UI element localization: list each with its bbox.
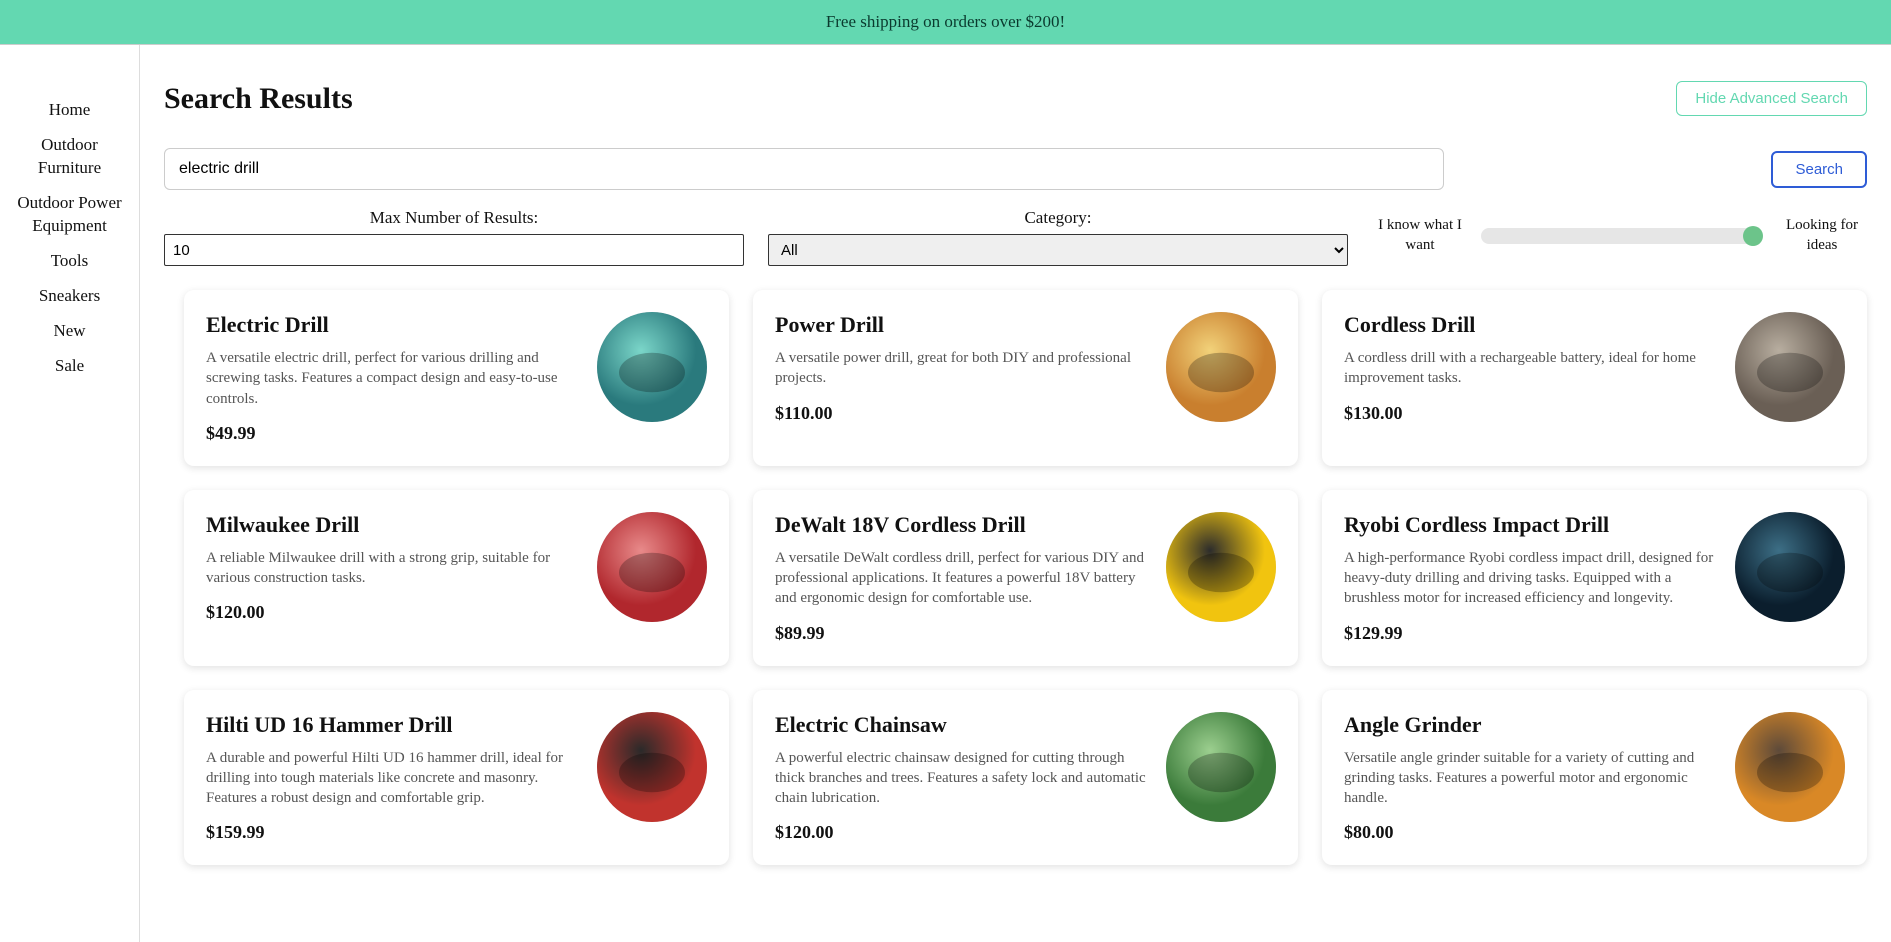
sidebar-item[interactable]: Outdoor Furniture: [0, 128, 139, 186]
product-title: DeWalt 18V Cordless Drill: [775, 512, 1150, 538]
product-description: A cordless drill with a rechargeable bat…: [1344, 348, 1719, 389]
product-description: A versatile electric drill, perfect for …: [206, 348, 581, 409]
product-card[interactable]: Electric Chainsaw A powerful electric cha…: [753, 690, 1298, 866]
product-description: A powerful electric chainsaw designed fo…: [775, 748, 1150, 809]
product-image: [1735, 512, 1845, 622]
product-price: $129.99: [1344, 623, 1719, 644]
toggle-advanced-button[interactable]: Hide Advanced Search: [1676, 81, 1867, 116]
product-price: $110.00: [775, 403, 1150, 424]
product-title: Electric Drill: [206, 312, 581, 338]
product-image: [1166, 312, 1276, 422]
product-card[interactable]: Hilti UD 16 Hammer Drill A durable and po…: [184, 690, 729, 866]
product-price: $120.00: [775, 822, 1150, 843]
product-price: $49.99: [206, 423, 581, 444]
sidebar-item[interactable]: Tools: [0, 244, 139, 279]
product-description: A versatile DeWalt cordless drill, perfe…: [775, 548, 1150, 609]
sidebar-item[interactable]: New: [0, 314, 139, 349]
search-button[interactable]: Search: [1771, 151, 1867, 188]
product-card[interactable]: Cordless Drill A cordless drill with a re…: [1322, 290, 1867, 466]
sidebar-item[interactable]: Outdoor Power Equipment: [0, 186, 139, 244]
product-description: A versatile power drill, great for both …: [775, 348, 1150, 389]
product-image: [597, 512, 707, 622]
slider-label-left: I know what I want: [1375, 216, 1465, 255]
search-input[interactable]: [164, 148, 1444, 190]
product-card[interactable]: DeWalt 18V Cordless Drill A versatile DeW…: [753, 490, 1298, 666]
promo-banner: Free shipping on orders over $200!: [0, 0, 1891, 45]
slider-thumb[interactable]: [1743, 226, 1763, 246]
product-card[interactable]: Ryobi Cordless Impact Drill A high-perfor…: [1322, 490, 1867, 666]
product-description: Versatile angle grinder suitable for a v…: [1344, 748, 1719, 809]
sidebar-item[interactable]: Sneakers: [0, 279, 139, 314]
product-image: [1166, 512, 1276, 622]
max-results-label: Max Number of Results:: [370, 208, 539, 228]
slider-label-right: Looking for ideas: [1777, 216, 1867, 255]
product-image: [1735, 312, 1845, 422]
sidebar-item[interactable]: Sale: [0, 349, 139, 384]
product-description: A reliable Milwaukee drill with a strong…: [206, 548, 581, 589]
sidebar: HomeOutdoor FurnitureOutdoor Power Equip…: [0, 45, 140, 942]
product-price: $89.99: [775, 623, 1150, 644]
product-title: Angle Grinder: [1344, 712, 1719, 738]
product-card[interactable]: Milwaukee Drill A reliable Milwaukee dril…: [184, 490, 729, 666]
product-price: $159.99: [206, 822, 581, 843]
product-title: Hilti UD 16 Hammer Drill: [206, 712, 581, 738]
product-title: Ryobi Cordless Impact Drill: [1344, 512, 1719, 538]
product-title: Power Drill: [775, 312, 1150, 338]
product-image: [1735, 712, 1845, 822]
product-card[interactable]: Electric Drill A versatile electric drill…: [184, 290, 729, 466]
intent-slider[interactable]: [1481, 228, 1761, 244]
product-image: [1166, 712, 1276, 822]
sidebar-item[interactable]: Home: [0, 93, 139, 128]
page-title: Search Results: [164, 82, 353, 116]
main-content: Search Results Hide Advanced Search Sear…: [140, 45, 1891, 942]
category-label: Category:: [1024, 208, 1091, 228]
product-price: $80.00: [1344, 822, 1719, 843]
product-title: Milwaukee Drill: [206, 512, 581, 538]
max-results-input[interactable]: [164, 234, 744, 266]
product-image: [597, 312, 707, 422]
product-card[interactable]: Angle Grinder Versatile angle grinder sui…: [1322, 690, 1867, 866]
product-description: A durable and powerful Hilti UD 16 hamme…: [206, 748, 581, 809]
product-image: [597, 712, 707, 822]
product-price: $130.00: [1344, 403, 1719, 424]
product-title: Cordless Drill: [1344, 312, 1719, 338]
product-description: A high-performance Ryobi cordless impact…: [1344, 548, 1719, 609]
product-title: Electric Chainsaw: [775, 712, 1150, 738]
category-select[interactable]: All: [768, 234, 1348, 266]
product-card[interactable]: Power Drill A versatile power drill, grea…: [753, 290, 1298, 466]
product-price: $120.00: [206, 602, 581, 623]
